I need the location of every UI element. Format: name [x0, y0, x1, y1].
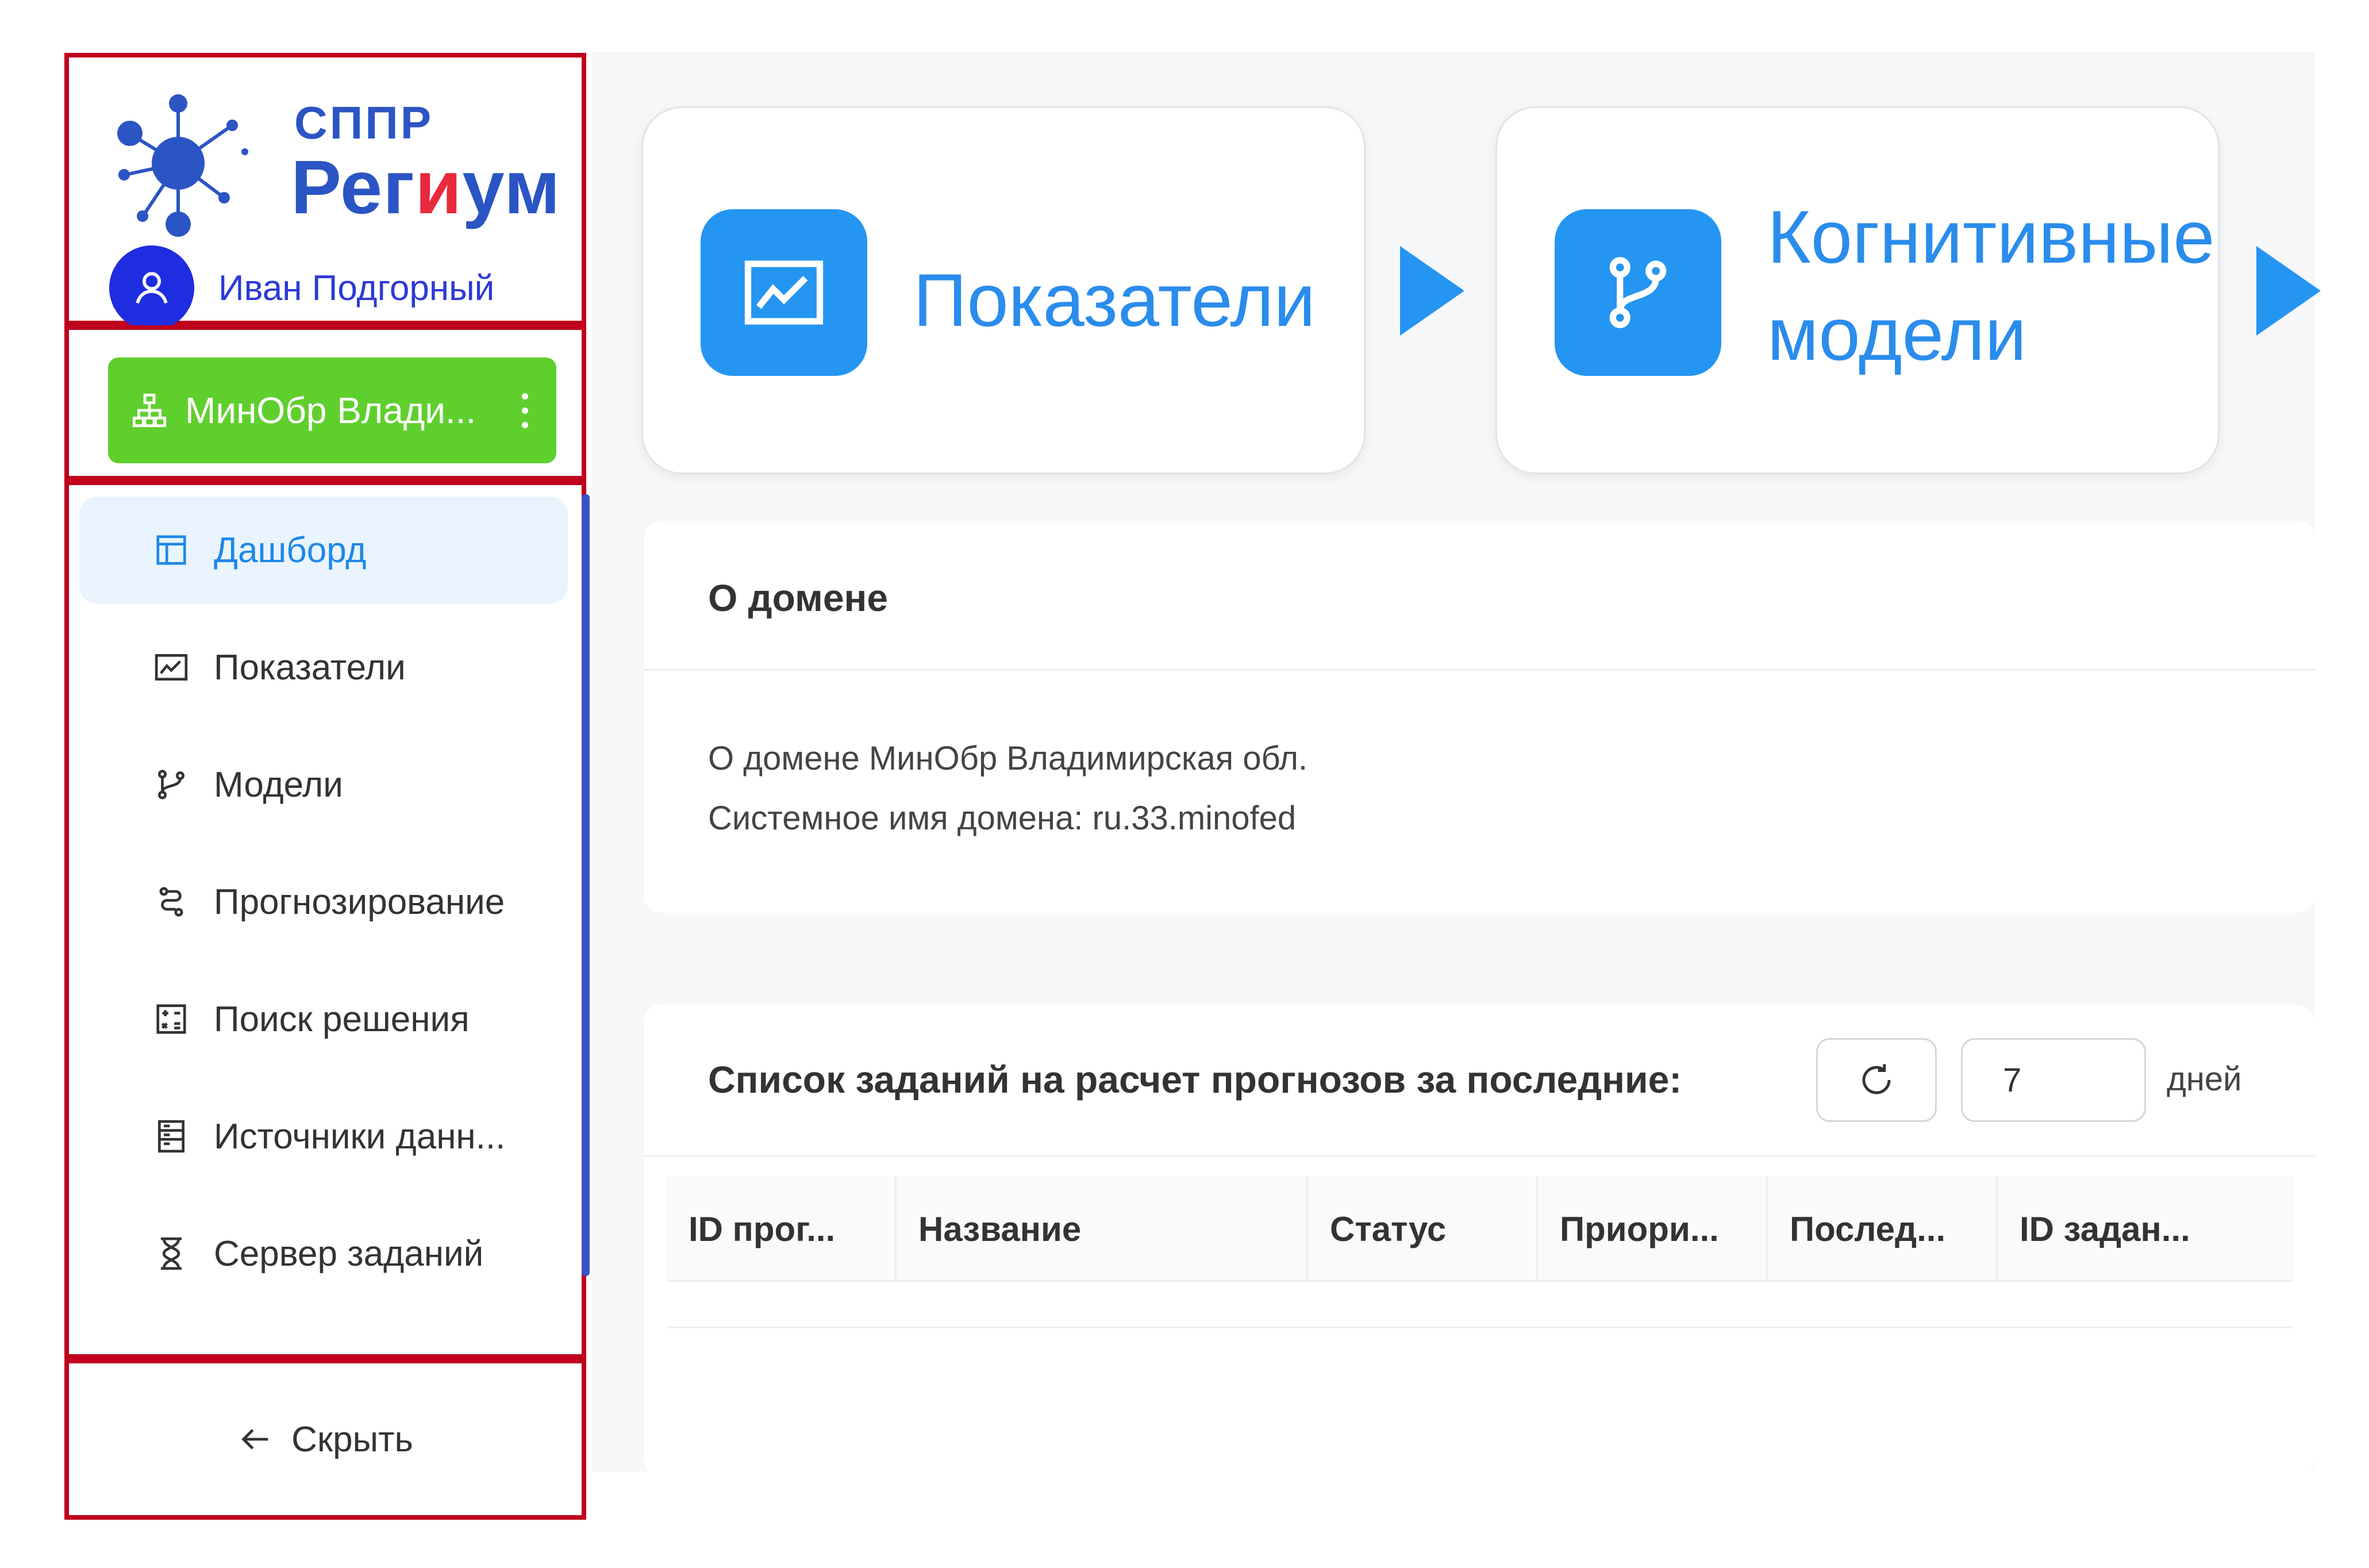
tasks-table: ID прог... Название Статус Приори... Пос… — [667, 1176, 2293, 1481]
workflow-card-indicators[interactable]: Показатели — [641, 106, 1366, 474]
sidebar-item-label: Прогнозирование — [214, 882, 505, 922]
sidebar-item-dashboard[interactable]: Дашборд — [79, 497, 568, 604]
logo-title-highlight: и — [415, 145, 463, 229]
branch-icon — [148, 762, 194, 808]
domain-description: О домене МинОбр Владимирская обл. — [708, 740, 1308, 777]
workflow-card-title: Показатели — [913, 258, 1316, 342]
sidebar-item-solution-search[interactable]: Поиск решения — [79, 966, 568, 1073]
logo-subtitle: СППР — [294, 97, 434, 148]
divider — [644, 1155, 2315, 1157]
sidebar-item-label: Показатели — [214, 647, 406, 687]
logo-title-part-1: Рег — [291, 145, 416, 229]
column-header-name[interactable]: Название — [897, 1176, 1308, 1282]
days-label: дней — [2167, 1060, 2242, 1098]
hourglass-icon — [148, 1231, 194, 1277]
sidebar-item-label: Сервер заданий — [214, 1233, 484, 1274]
user-profile[interactable]: Иван Подгорный — [109, 245, 494, 331]
forecast-icon — [148, 879, 194, 925]
sidebar-item-forecasting[interactable]: Прогнозирование — [79, 848, 568, 955]
workflow-card-title-line-1: Когнитивные — [1767, 195, 2215, 279]
domain-section: МинОбр Влади... — [64, 325, 586, 481]
sidebar-item-indicators[interactable]: Показатели — [79, 614, 568, 721]
sidebar-item-models[interactable]: Модели — [79, 731, 568, 838]
user-name[interactable]: Иван Подгорный — [218, 268, 494, 309]
workflow-card-cognitive-models[interactable]: Когнитивные модели — [1495, 106, 2220, 474]
sidebar-item-data-sources[interactable]: Источники данн... — [79, 1083, 568, 1190]
refresh-button[interactable] — [1816, 1038, 1937, 1122]
hide-sidebar-label: Скрыть — [291, 1419, 413, 1459]
network-logo-icon — [117, 94, 248, 237]
avatar[interactable] — [109, 245, 194, 330]
play-arrow-icon — [1400, 246, 1464, 336]
org-structure-icon — [132, 393, 167, 428]
sidebar-item-label: Дашборд — [214, 530, 367, 570]
column-header-status[interactable]: Статус — [1308, 1176, 1538, 1282]
about-domain-panel: О домене О домене МинОбр Владимирская об… — [644, 521, 2315, 913]
domain-system-name: Системное имя домена: ru.33.minofed — [708, 800, 1297, 837]
line-chart-icon — [148, 644, 194, 690]
layout-icon — [148, 527, 194, 573]
domain-selector-label: МинОбр Влади... — [185, 390, 476, 431]
calculator-icon — [148, 996, 194, 1042]
sidebar-nav: Дашборд Показатели Модели Прогнозировани… — [64, 481, 586, 1359]
sidebar-item-label: Поиск решения — [214, 999, 470, 1039]
line-chart-icon — [701, 209, 867, 376]
column-header-last[interactable]: Послед... — [1768, 1176, 1998, 1282]
play-arrow-icon — [2256, 246, 2321, 336]
forecast-tasks-panel: Список заданий на расчет прогнозов за по… — [644, 1005, 2315, 1476]
column-header-forecast-id[interactable]: ID прог... — [667, 1176, 897, 1282]
domain-selector-button[interactable]: МинОбр Влади... — [108, 358, 556, 463]
logo-title-part-2: ум — [462, 145, 561, 229]
sidebar-footer: Скрыть — [64, 1359, 586, 1520]
logo-title: Региум — [291, 144, 561, 230]
sidebar-scrollbar[interactable] — [582, 494, 590, 1276]
column-header-priority[interactable]: Приори... — [1538, 1176, 1768, 1282]
sidebar-item-label: Источники данн... — [214, 1116, 506, 1156]
refresh-icon — [1862, 1064, 1891, 1094]
column-header-task-id[interactable]: ID задан... — [1998, 1176, 2293, 1282]
table-filter-row — [667, 1283, 2293, 1328]
app-logo: СППР Региум — [109, 80, 569, 264]
sidebar-header: СППР Региум Иван Подгорный — [64, 53, 586, 330]
database-icon — [148, 1113, 194, 1159]
user-icon — [136, 272, 168, 304]
workflow-card-title-line-2: модели — [1767, 292, 2027, 376]
panel-title: Список заданий на расчет прогнозов за по… — [708, 1058, 1682, 1101]
days-input[interactable] — [1961, 1038, 2146, 1122]
workflow-card-title: Когнитивные модели — [1767, 189, 2215, 383]
hide-sidebar-button[interactable]: Скрыть — [69, 1363, 582, 1515]
more-vertical-icon[interactable] — [516, 393, 533, 428]
branch-icon — [1555, 209, 1721, 376]
divider — [644, 669, 2315, 671]
arrow-left-icon — [237, 1421, 274, 1458]
panel-title: О домене — [708, 577, 889, 619]
sidebar-item-task-server[interactable]: Сервер заданий — [79, 1200, 568, 1307]
sidebar-item-label: Модели — [214, 764, 343, 805]
table-header: ID прог... Название Статус Приори... Пос… — [667, 1176, 2293, 1282]
